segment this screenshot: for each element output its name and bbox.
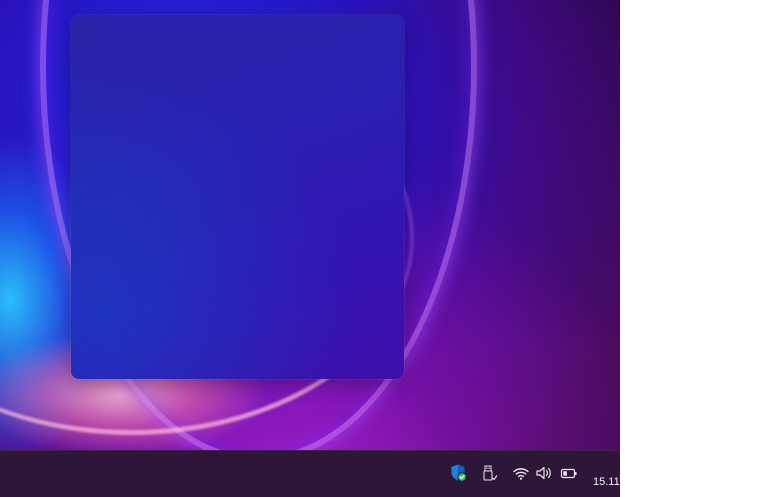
wifi-icon[interactable] [511,463,531,483]
widgets-panel[interactable] [71,15,404,379]
usb-drive-icon[interactable] [480,463,500,483]
blank-area [620,0,768,497]
battery-icon[interactable] [559,463,579,483]
volume-icon[interactable] [534,463,554,483]
windows-security-icon[interactable] [449,463,469,483]
desktop: 15.11 [0,0,620,497]
taskbar: 15.11 [0,450,620,497]
taskbar-clock[interactable]: 15.11 [593,476,620,488]
